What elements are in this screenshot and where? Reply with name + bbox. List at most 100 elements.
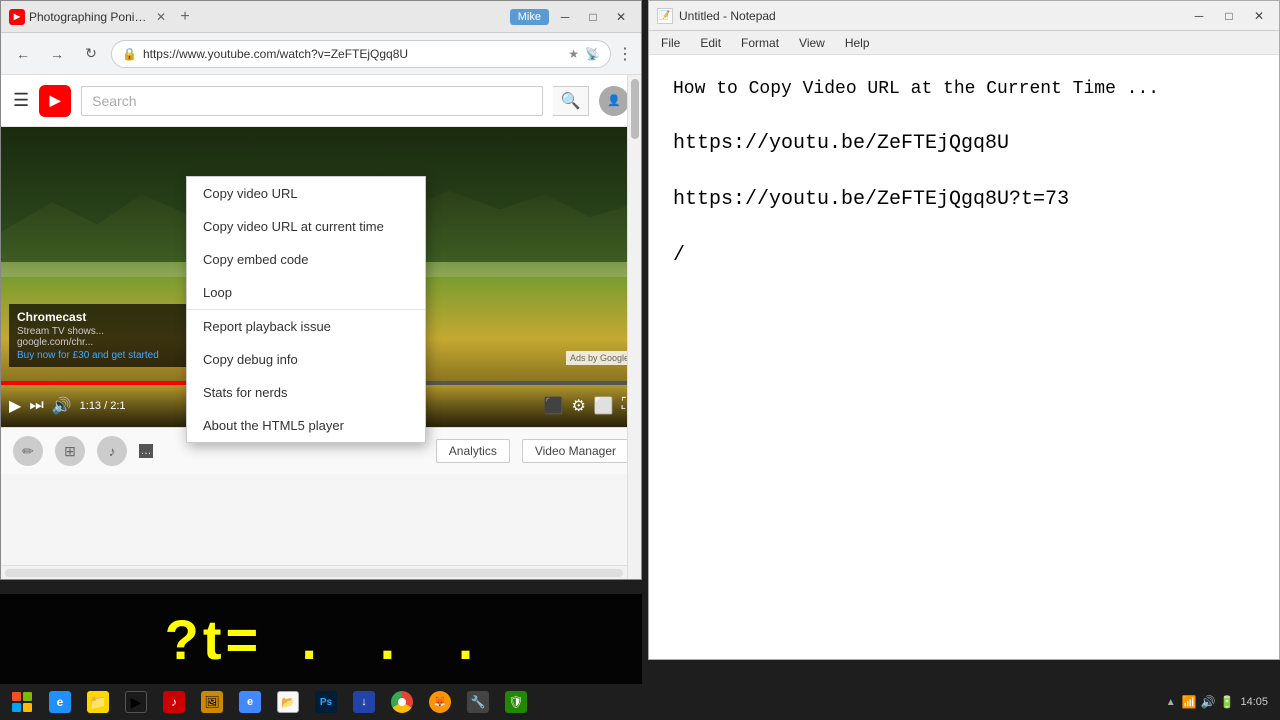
subtitles-button[interactable]: ⬛ — [544, 396, 564, 416]
notepad-file-menu[interactable]: File — [653, 34, 688, 52]
taskbar-clock: 14:05 — [1240, 696, 1268, 708]
ctx-copy-video-url-current-time[interactable]: Copy video URL at current time — [187, 210, 425, 243]
notepad-minimize-button[interactable]: ─ — [1187, 4, 1211, 28]
ctx-stats-for-nerds[interactable]: Stats for nerds — [187, 376, 425, 409]
taskbar-security[interactable]: 🛡 — [498, 684, 534, 720]
maximize-button[interactable]: □ — [581, 5, 605, 29]
ctx-report-playback[interactable]: Report playback issue — [187, 310, 425, 343]
skip-button[interactable]: ⏭ — [29, 397, 43, 415]
tray-network-icon: 📶 — [1182, 695, 1197, 709]
notepad-slash: / — [673, 240, 1255, 272]
notepad-title: Untitled - Notepad — [679, 9, 1181, 23]
tray-expand-button[interactable]: ▲ — [1166, 697, 1176, 708]
explorer-icon: 📂 — [277, 691, 299, 713]
ctx-loop[interactable]: Loop — [187, 276, 425, 309]
yt-search-button[interactable]: 🔍 — [553, 86, 589, 116]
taskbar-pictures[interactable]: 🖼 — [194, 684, 230, 720]
tab-close-button[interactable]: ✕ — [153, 9, 169, 25]
taskbar-tools[interactable]: 🔧 — [460, 684, 496, 720]
taskbar-music[interactable]: ♪ — [156, 684, 192, 720]
refresh-button[interactable]: ↻ — [77, 40, 105, 68]
horizontal-scrollbar[interactable] — [1, 565, 627, 579]
volume-button[interactable]: 🔊 — [52, 396, 72, 416]
user-badge: Mike — [510, 9, 549, 25]
browser-window: ▶ Photographing Ponies fr ✕ + Mike ─ □ ✕… — [0, 0, 642, 580]
photoshop-icon: Ps — [315, 691, 337, 713]
taskbar-firefox[interactable]: 🦊 — [422, 684, 458, 720]
ctx-about-html5-player[interactable]: About the HTML5 player — [187, 409, 425, 442]
taskbar-browser[interactable]: e — [232, 684, 268, 720]
music-icon: ♪ — [97, 436, 127, 466]
search-placeholder: Search — [92, 93, 136, 109]
back-button[interactable]: ← — [9, 40, 37, 68]
notepad-heading: How to Copy Video URL at the Current Tim… — [673, 75, 1255, 104]
taskbar-tray: ▲ 📶 🔊 🔋 14:05 — [1166, 695, 1276, 709]
video-time: 1:13 / 2:1 — [80, 400, 126, 412]
yt-search-bar[interactable]: Search — [81, 86, 543, 116]
notepad-titlebar: 📝 Untitled - Notepad ─ □ ✕ — [649, 1, 1279, 31]
taskbar: e 📁 ▶ ♪ 🖼 e 📂 Ps ↓ 🦊 🔧 🛡 ▲ 📶 — [0, 684, 1280, 720]
ad-cta[interactable]: Buy now for £30 and get started — [17, 350, 201, 361]
overlay-text: ?t= . . . — [165, 607, 478, 672]
settings-button[interactable]: ⚙ — [572, 396, 586, 416]
video-manager-button[interactable]: Video Manager — [522, 439, 629, 463]
minimize-button[interactable]: ─ — [553, 5, 577, 29]
notepad-icon: 📝 — [657, 8, 673, 24]
scroll-thumb[interactable] — [631, 79, 639, 139]
music-icon: ♪ — [163, 691, 185, 713]
taskbar-chrome[interactable] — [384, 684, 420, 720]
notepad-content-area[interactable]: How to Copy Video URL at the Current Tim… — [649, 55, 1279, 659]
browser-tab-title[interactable]: Photographing Ponies fr — [29, 10, 149, 24]
start-icon — [12, 692, 32, 712]
mediaplayer-icon: ▶ — [125, 691, 147, 713]
tray-volume-icon: 🔊 — [1201, 695, 1216, 709]
firefox-icon: 🦊 — [429, 691, 451, 713]
address-bar[interactable]: 🔒 https://www.youtube.com/watch?v=ZeFTEj… — [111, 40, 611, 68]
ctx-copy-embed-code[interactable]: Copy embed code — [187, 243, 425, 276]
taskbar-ie[interactable]: e — [42, 684, 78, 720]
start-button[interactable] — [4, 684, 40, 720]
youtube-header: ☰ ▶ Search 🔍 👤 — [1, 75, 641, 127]
video-right-controls: ⬛ ⚙ ⬜ ⛶ — [544, 396, 633, 416]
creator-icon: ✏ — [13, 436, 43, 466]
taskbar-mediaplayer[interactable]: ▶ — [118, 684, 154, 720]
notepad-edit-menu[interactable]: Edit — [692, 34, 729, 52]
notepad-help-menu[interactable]: Help — [837, 34, 878, 52]
taskbar-photoshop[interactable]: Ps — [308, 684, 344, 720]
browser-navbar: ← → ↻ 🔒 https://www.youtube.com/watch?v=… — [1, 33, 641, 75]
user-avatar[interactable]: 👤 — [599, 86, 629, 116]
yt-logo[interactable]: ▶ — [39, 85, 71, 117]
ctx-copy-video-url[interactable]: Copy video URL — [187, 177, 425, 210]
notepad-maximize-button[interactable]: □ — [1217, 4, 1241, 28]
taskbar-folder[interactable]: 📁 — [80, 684, 116, 720]
ad-sub2: google.com/chr... — [17, 337, 201, 348]
tools-icon: 🔧 — [467, 691, 489, 713]
more-icon: … — [139, 444, 153, 458]
notepad-url2: https://youtu.be/ZeFTEjQgq8U?t=73 — [673, 184, 1255, 216]
ads-by-google-label: Ads by Google — [566, 351, 633, 365]
tray-battery-icon: 🔋 — [1220, 695, 1235, 709]
yt-menu-icon[interactable]: ☰ — [13, 90, 29, 111]
chrome-icon — [391, 691, 413, 713]
notification-area: 📶 🔊 🔋 — [1182, 695, 1235, 709]
notepad-url1: https://youtu.be/ZeFTEjQgq8U — [673, 128, 1255, 160]
notepad-format-menu[interactable]: Format — [733, 34, 787, 52]
youtube-favicon-tab: ▶ — [9, 9, 25, 25]
folder-icon: 📁 — [87, 691, 109, 713]
play-button[interactable]: ▶ — [9, 396, 21, 416]
taskbar-downloads[interactable]: ↓ — [346, 684, 382, 720]
forward-button[interactable]: → — [43, 40, 71, 68]
close-button[interactable]: ✕ — [609, 5, 633, 29]
taskbar-explorer[interactable]: 📂 — [270, 684, 306, 720]
ctx-copy-debug-info[interactable]: Copy debug info — [187, 343, 425, 376]
analytics-button[interactable]: Analytics — [436, 439, 510, 463]
notepad-close-button[interactable]: ✕ — [1247, 4, 1271, 28]
ad-overlay: Chromecast Stream TV shows... google.com… — [9, 304, 209, 367]
theatre-button[interactable]: ⬜ — [594, 396, 614, 416]
bottom-overlay: ?t= . . . — [0, 594, 642, 684]
more-options-button[interactable]: ⋮ — [617, 44, 633, 64]
notepad-view-menu[interactable]: View — [791, 34, 833, 52]
new-tab-button[interactable]: + — [173, 5, 197, 29]
notepad-window: 📝 Untitled - Notepad ─ □ ✕ File Edit For… — [648, 0, 1280, 660]
vertical-scrollbar[interactable] — [627, 75, 641, 579]
